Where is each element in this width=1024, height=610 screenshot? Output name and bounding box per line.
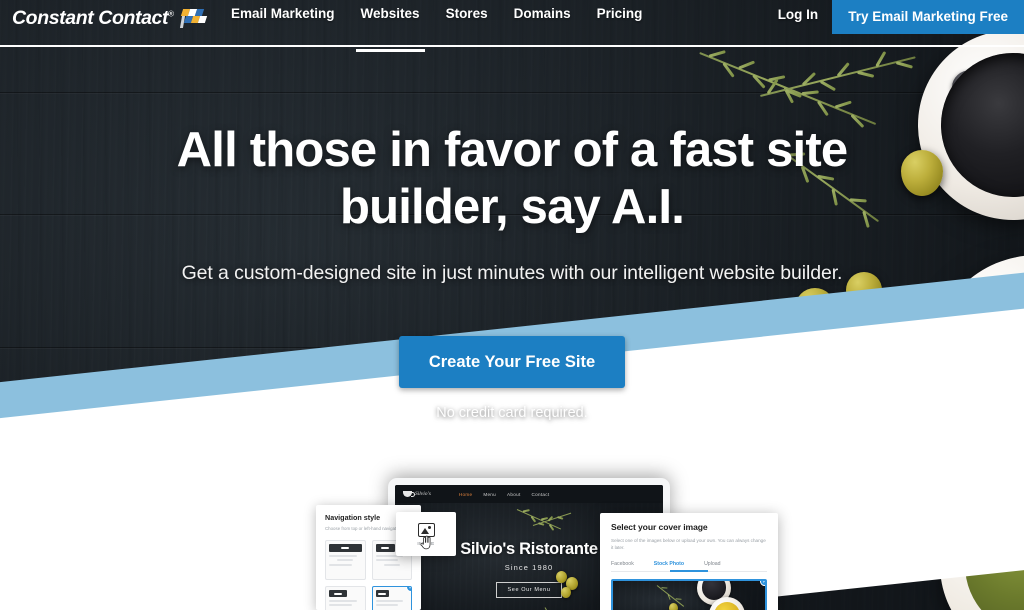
nav-item-email-marketing[interactable]: Email Marketing <box>218 0 348 21</box>
nav-item-pricing[interactable]: Pricing <box>584 0 656 21</box>
nav-label: Email Marketing <box>231 6 335 21</box>
brand-logo[interactable]: Constant Contact® <box>12 3 214 33</box>
thumbnail-navbar <box>329 589 347 597</box>
page-root: Constant Contact® Email Marketing Websit… <box>0 0 1024 610</box>
no-credit-card-note: No credit card required. <box>436 404 588 421</box>
preview-see-our-menu-button[interactable]: See Our Menu <box>495 582 563 598</box>
preview-site-navbar: Silvio's Home Menu About Contact <box>395 485 663 503</box>
nav-item-domains[interactable]: Domains <box>501 0 584 21</box>
hero-section: All those in favor of a fast site builde… <box>0 46 1024 421</box>
header-divider <box>0 45 1024 47</box>
thumbnail-body <box>375 554 409 566</box>
brand-name: Constant Contact® <box>12 7 174 30</box>
nav-active-underline <box>355 48 425 52</box>
nav-label: Websites <box>360 6 420 21</box>
brand-name-text: Constant Contact <box>12 6 169 29</box>
login-link[interactable]: Log In <box>768 0 833 22</box>
cover-image-title: Select your cover image <box>611 522 708 532</box>
tab-stock-photo[interactable]: Stock Photo <box>654 561 684 567</box>
tab-active-underline <box>670 570 708 572</box>
main-navigation: Email Marketing Websites Stores Domains … <box>218 0 656 52</box>
hero-subheadline: Get a custom-designed site in just minut… <box>181 261 843 284</box>
thumbnail-body <box>329 554 362 566</box>
cover-image-description: Select one of the images below or upload… <box>611 538 766 551</box>
site-header: Constant Contact® Email Marketing Websit… <box>0 0 1024 52</box>
cover-image-panel: Select your cover image Select one of th… <box>600 513 778 610</box>
nav-item-stores[interactable]: Stores <box>433 0 501 21</box>
check-icon: ✓ <box>760 580 765 586</box>
preview-green-olive <box>669 602 678 610</box>
nav-label: Stores <box>445 6 488 21</box>
thumbnail-navbar <box>375 589 389 597</box>
check-icon: ✓ <box>406 586 412 592</box>
nav-item-websites[interactable]: Websites <box>348 0 433 52</box>
tab-facebook[interactable]: Facebook <box>611 561 634 567</box>
checkered-flag-logo-icon <box>179 7 214 29</box>
preview-site-logo: Silvio's <box>403 491 431 497</box>
preview-logo-name: Silvio's <box>415 491 431 497</box>
nav-style-thumbnail-top-centered[interactable] <box>325 539 366 580</box>
cover-image-thumbnail[interactable]: ✓ <box>611 578 767 610</box>
preview-menu-about[interactable]: About <box>507 492 521 497</box>
registered-mark: ® <box>168 9 174 18</box>
nav-style-thumbnail-side-right[interactable]: ✓ <box>371 585 412 610</box>
header-actions: Log In Try Email Marketing Free <box>768 0 1024 46</box>
preview-menu-home[interactable]: Home <box>459 492 472 497</box>
try-email-marketing-free-button[interactable]: Try Email Marketing Free <box>832 0 1024 34</box>
preview-menu-menu[interactable]: Menu <box>483 492 496 497</box>
tab-upload[interactable]: Upload <box>704 561 720 567</box>
preview-green-olive <box>561 587 571 598</box>
nav-label: Pricing <box>596 6 643 21</box>
thumbnail-navbar <box>329 543 362 552</box>
thumbnail-navbar <box>375 543 395 552</box>
hand-cursor-icon <box>420 535 431 550</box>
create-your-free-site-button[interactable]: Create Your Free Site <box>398 335 626 388</box>
nav-label: Domains <box>513 6 571 21</box>
nav-style-thumbnail-side-left[interactable] <box>325 585 366 610</box>
preview-menu-contact[interactable]: Contact <box>532 492 550 497</box>
preview-rosemary-sprig <box>516 509 562 531</box>
headline-line-2: builder, say A.I. <box>339 179 685 234</box>
page-title: All those in favor of a fast site builde… <box>172 122 852 236</box>
thumbnail-body <box>375 599 409 607</box>
chef-hat-icon <box>403 491 415 497</box>
cover-image-tabs: Facebook Stock Photo Upload <box>611 561 767 572</box>
thumbnail-body <box>329 599 362 607</box>
headline-line-1: All those in favor of a fast site <box>176 123 848 177</box>
preview-site-menu: Home Menu About Contact <box>459 492 550 497</box>
